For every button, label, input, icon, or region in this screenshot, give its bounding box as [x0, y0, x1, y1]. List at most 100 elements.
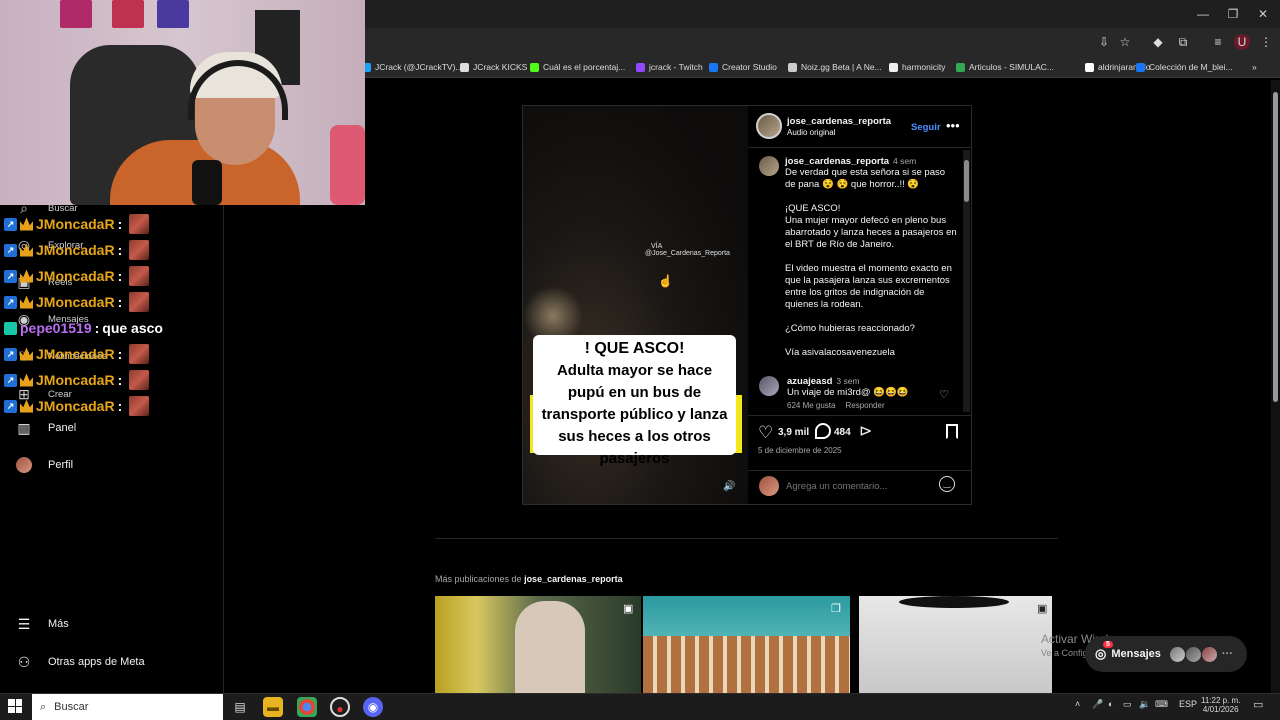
keyboard-icon[interactable]: ⌨ [1155, 699, 1168, 710]
tray-app-icon[interactable]: ◐ [1108, 699, 1113, 709]
bookmark-item[interactable]: Creator Studio [709, 60, 777, 74]
description-age: 4 sem [893, 156, 917, 166]
tray-expand-icon[interactable]: ˄ [1075, 699, 1080, 709]
chat-badge-icon [4, 321, 17, 335]
file-explorer-icon[interactable]: ▬ [263, 697, 283, 717]
bookmark-item[interactable]: jcrack - Twitch [636, 60, 703, 74]
more-options-icon[interactable]: ••• [946, 118, 960, 133]
share-icon[interactable]: ⊳ [859, 421, 872, 441]
bookmark-favicon [788, 62, 797, 72]
bookmark-item[interactable]: Noiz.gg Beta | A Ne... [788, 60, 882, 74]
kebab-menu-icon[interactable]: ⋮ [1258, 34, 1274, 50]
sidebar-item-more[interactable]: ☰ Más [16, 614, 69, 634]
comment-like-icon[interactable]: ♡ [939, 388, 949, 401]
reply-button[interactable]: Responder [845, 401, 884, 410]
audio-label[interactable]: Audio original [787, 128, 835, 137]
post-thumbnail[interactable]: ▣ [435, 596, 641, 693]
bookmark-item[interactable]: Colección de M_blei... [1136, 60, 1233, 74]
comment-age: 3 sem [836, 376, 860, 386]
comment-author[interactable]: azuajeasd [787, 376, 832, 387]
more-bookmarks-icon[interactable]: » [1252, 60, 1257, 74]
comment-icon[interactable] [815, 423, 831, 439]
more-icon: ··· [1221, 648, 1233, 660]
language-indicator[interactable]: ESP [1179, 699, 1197, 709]
bookmark-item[interactable]: Cuál es el porcentaj... [530, 60, 625, 74]
chat-username[interactable]: JMoncadaR [36, 216, 115, 232]
profile-icon[interactable]: U [1234, 34, 1250, 50]
description-paragraph: ¡QUE ASCO! Una mujer mayor defecó en ple… [785, 203, 957, 250]
clock[interactable]: 11:22 p. m. 4/01/2026 [1201, 696, 1240, 714]
chat-username[interactable]: JMoncadaR [36, 346, 115, 362]
bookmark-item[interactable]: harmonicity [889, 60, 945, 74]
avatar [1169, 646, 1185, 662]
chat-username[interactable]: JMoncadaR [36, 294, 115, 310]
bookmark-item[interactable]: Articulos - SIMULAC... [956, 60, 1054, 74]
restore-icon[interactable]: ❐ [1218, 6, 1248, 22]
follow-button[interactable]: Seguir [911, 122, 941, 133]
chat-username[interactable]: JMoncadaR [36, 398, 115, 414]
search-icon: ⌕ [40, 700, 47, 713]
bookmark-item[interactable]: JCrack (@JCrackTV)... [362, 60, 463, 74]
microphone-icon[interactable]: 🎤 [1092, 699, 1103, 710]
post-thumbnail[interactable]: ▣ [859, 596, 1052, 693]
star-icon[interactable]: ☆ [1117, 34, 1133, 50]
close-icon[interactable]: ✕ [1248, 6, 1278, 22]
emoji-icon[interactable]: ‿ [939, 476, 955, 492]
sidebar-item-profile[interactable]: Perfil [16, 455, 73, 475]
volume-icon[interactable]: 🔊 [723, 481, 737, 495]
video-watermark-handle: @Jose_Cardenas_Reporta [645, 250, 730, 257]
install-app-icon[interactable]: ⇩ [1096, 34, 1112, 50]
more-posts-author[interactable]: jose_cardenas_reporta [524, 574, 623, 584]
chat-badge-icon: ↗ [4, 347, 17, 361]
comments-scroll-thumb[interactable] [964, 160, 969, 202]
windows-start-icon[interactable] [8, 699, 22, 713]
avatar[interactable] [759, 156, 779, 176]
comment-likes[interactable]: 624 Me gusta [787, 401, 835, 410]
sidebar-item-meta-apps[interactable]: ⚇ Otras apps de Meta [16, 652, 145, 672]
chat-username[interactable]: JMoncadaR [36, 268, 115, 284]
minimize-icon[interactable]: — [1188, 6, 1218, 22]
chat-message: ↗ JMoncadaR : [4, 343, 150, 365]
crown-icon [20, 347, 33, 361]
extension-icon[interactable]: ◆ [1150, 34, 1166, 50]
post-description: jose_cardenas_reporta 4 sem De verdad qu… [785, 156, 957, 359]
task-view-icon[interactable]: ▤ [230, 697, 250, 717]
more-posts-heading: Más publicaciones de jose_cardenas_repor… [435, 574, 623, 584]
page-scroll-thumb[interactable] [1273, 92, 1278, 402]
chrome-icon[interactable] [297, 697, 317, 717]
like-count[interactable]: 3,9 mil [778, 427, 809, 438]
messages-pill[interactable]: ◎ 5 Mensajes ··· [1085, 636, 1247, 672]
speaker-icon[interactable]: 🔉 [1139, 699, 1150, 710]
bookmark-label: JCrack KICKS [473, 62, 528, 72]
chat-message: pepe01519 : que asco [4, 317, 163, 339]
sidebar-item-panel[interactable]: ▥ Panel [16, 418, 76, 438]
bookmark-favicon [956, 62, 965, 72]
messenger-icon: ◎ 5 [1095, 641, 1113, 662]
taskbar-search[interactable]: ⌕ Buscar [32, 694, 223, 720]
avatar[interactable] [759, 376, 779, 396]
crown-icon [20, 399, 33, 413]
bookmark-item[interactable]: JCrack KICKS [460, 60, 527, 74]
avatar[interactable] [756, 113, 782, 139]
media-icon[interactable]: ≡ [1210, 34, 1226, 50]
chat-username[interactable]: JMoncadaR [36, 372, 115, 388]
microphone [192, 160, 222, 205]
chat-username[interactable]: JMoncadaR [36, 242, 115, 258]
chat-separator: : [117, 346, 123, 362]
notifications-icon[interactable]: ▭ [1253, 698, 1263, 711]
discord-icon[interactable]: ◉ [363, 697, 383, 717]
post-thumbnail[interactable]: ❐ [643, 596, 850, 693]
cursor-icon: ☝ [658, 274, 673, 288]
puzzle-icon[interactable]: ⧉ [1175, 34, 1191, 50]
description-author[interactable]: jose_cardenas_reporta [785, 156, 889, 167]
taskbar-search-placeholder: Buscar [54, 701, 89, 713]
like-icon[interactable]: ♡ [758, 423, 773, 443]
comment-input[interactable] [786, 478, 926, 494]
sidebar-item-label: Otras apps de Meta [48, 656, 145, 668]
messages-label: Mensajes [1111, 648, 1161, 660]
reels-icon: ▣ [623, 603, 634, 615]
network-icon[interactable]: ▭ [1123, 699, 1132, 710]
post-author[interactable]: jose_cardenas_reporta [787, 116, 891, 127]
chat-username[interactable]: pepe01519 [20, 320, 92, 336]
obs-icon[interactable]: ● [330, 697, 350, 717]
